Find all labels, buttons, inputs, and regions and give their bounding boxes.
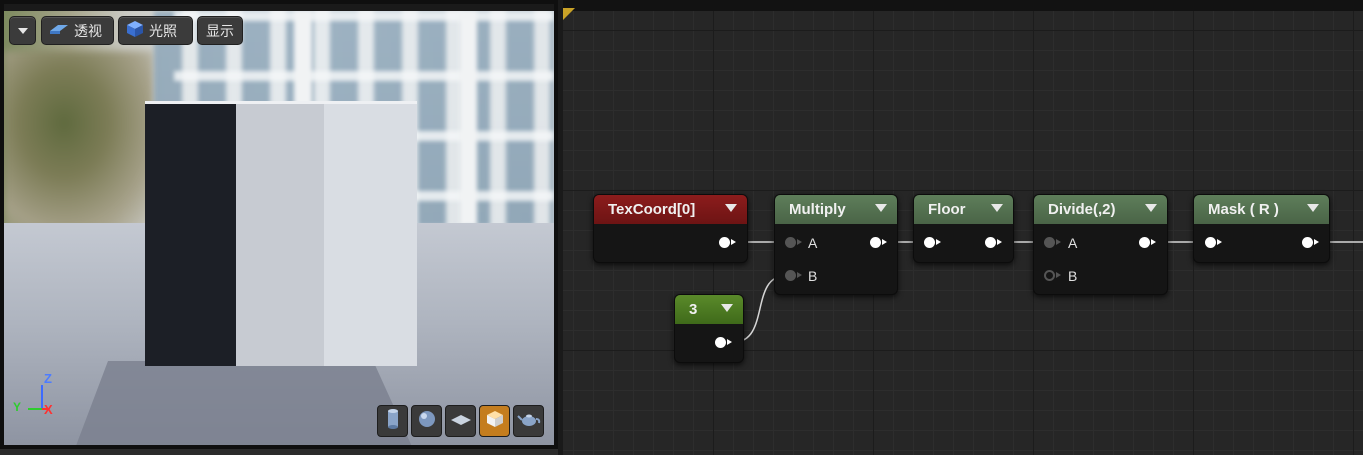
mask-node-header[interactable]: Mask ( R )	[1194, 195, 1329, 224]
constant-node[interactable]: 3	[674, 294, 744, 363]
multiply-node-title: Multiply	[789, 201, 846, 218]
divide-node-title: Divide(,2)	[1048, 201, 1116, 218]
floor-node[interactable]: Floor	[913, 194, 1014, 263]
multiply-input-b-pin[interactable]	[785, 270, 802, 281]
multiply-input-b-label: B	[808, 268, 818, 284]
constant-output-pin[interactable]	[715, 337, 732, 348]
constant-node-value: 3	[689, 301, 698, 318]
constant-node-header[interactable]: 3	[675, 295, 743, 324]
chevron-down-icon[interactable]	[875, 204, 887, 212]
multiply-input-a-label: A	[808, 235, 818, 251]
mask-output-pin[interactable]	[1302, 237, 1319, 248]
floor-node-title: Floor	[928, 201, 966, 218]
chevron-down-icon[interactable]	[1145, 204, 1157, 212]
multiply-node-header[interactable]: Multiply	[775, 195, 897, 224]
divide-input-b-pin[interactable]	[1044, 270, 1061, 281]
chevron-down-icon[interactable]	[725, 204, 737, 212]
texcoord-node-title: TexCoord[0]	[608, 201, 696, 218]
mask-node[interactable]: Mask ( R )	[1193, 194, 1330, 263]
mask-input-pin[interactable]	[1205, 237, 1222, 248]
mask-node-title: Mask ( R )	[1208, 201, 1279, 218]
divide-node-header[interactable]: Divide(,2)	[1034, 195, 1167, 224]
texcoord-node-header[interactable]: TexCoord[0]	[594, 195, 747, 224]
chevron-down-icon[interactable]	[991, 204, 1003, 212]
multiply-output-pin[interactable]	[870, 237, 887, 248]
chevron-down-icon[interactable]	[1307, 204, 1319, 212]
floor-input-pin[interactable]	[924, 237, 941, 248]
multiply-input-a-pin[interactable]	[785, 237, 802, 248]
chevron-down-icon[interactable]	[721, 304, 733, 312]
divide-input-a-pin[interactable]	[1044, 237, 1061, 248]
multiply-node[interactable]: Multiply A B	[774, 194, 898, 295]
texcoord-node[interactable]: TexCoord[0]	[593, 194, 748, 263]
divide-output-pin[interactable]	[1139, 237, 1156, 248]
texcoord-output-pin[interactable]	[719, 237, 736, 248]
floor-node-header[interactable]: Floor	[914, 195, 1013, 224]
divide-input-b-label: B	[1068, 268, 1078, 284]
divide-input-a-label: A	[1068, 235, 1078, 251]
floor-output-pin[interactable]	[985, 237, 1002, 248]
divide-node[interactable]: Divide(,2) A B	[1033, 194, 1168, 295]
